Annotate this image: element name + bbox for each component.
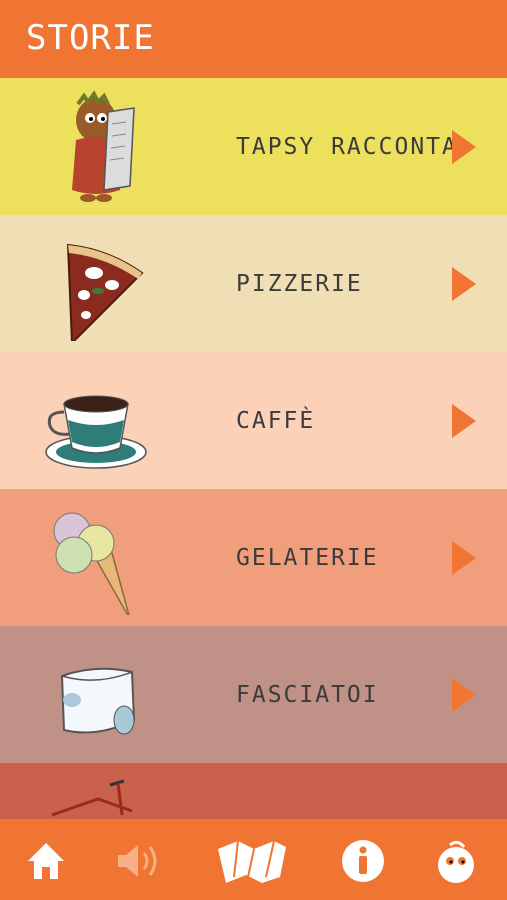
speaker-icon[interactable]	[112, 837, 164, 885]
bottom-toolbar	[0, 819, 507, 900]
chevron-right-icon	[452, 540, 476, 575]
home-icon[interactable]	[20, 837, 72, 885]
chevron-right-icon	[452, 266, 476, 301]
list-item-label: PIZZERIE	[236, 270, 363, 297]
list-item-caffe[interactable]: CAFFÈ	[0, 352, 507, 489]
list-item-pizzerie[interactable]: PIZZERIE	[0, 215, 507, 352]
chevron-right-icon	[452, 403, 476, 438]
list-item-label: GELATERIE	[236, 544, 379, 571]
bicycle-icon	[51, 779, 133, 817]
list-item-label: CAFFÈ	[236, 407, 316, 434]
map-icon[interactable]	[214, 837, 290, 885]
chevron-right-icon	[452, 677, 476, 712]
list-item-tapsy-racconta[interactable]: TAPSY RACCONTA	[0, 78, 507, 215]
caesar-mascot-icon	[72, 90, 135, 202]
mascot-icon[interactable]	[430, 837, 482, 885]
list-item-label: FASCIATOI	[236, 681, 379, 708]
app-header: STORIE	[0, 0, 507, 78]
chevron-right-icon	[452, 129, 476, 164]
list-item-label: TAPSY RACCONTA	[236, 133, 458, 160]
diaper-icon	[60, 667, 136, 735]
list-item-partial[interactable]	[0, 763, 507, 819]
list-item-fasciatoi[interactable]: FASCIATOI	[0, 626, 507, 763]
coffee-cup-icon	[45, 395, 147, 469]
ice-cream-cone-icon	[53, 512, 130, 615]
page-title: STORIE	[26, 18, 155, 58]
info-icon[interactable]	[337, 837, 389, 885]
list-item-gelaterie[interactable]: GELATERIE	[0, 489, 507, 626]
pizza-slice-icon	[66, 243, 144, 341]
